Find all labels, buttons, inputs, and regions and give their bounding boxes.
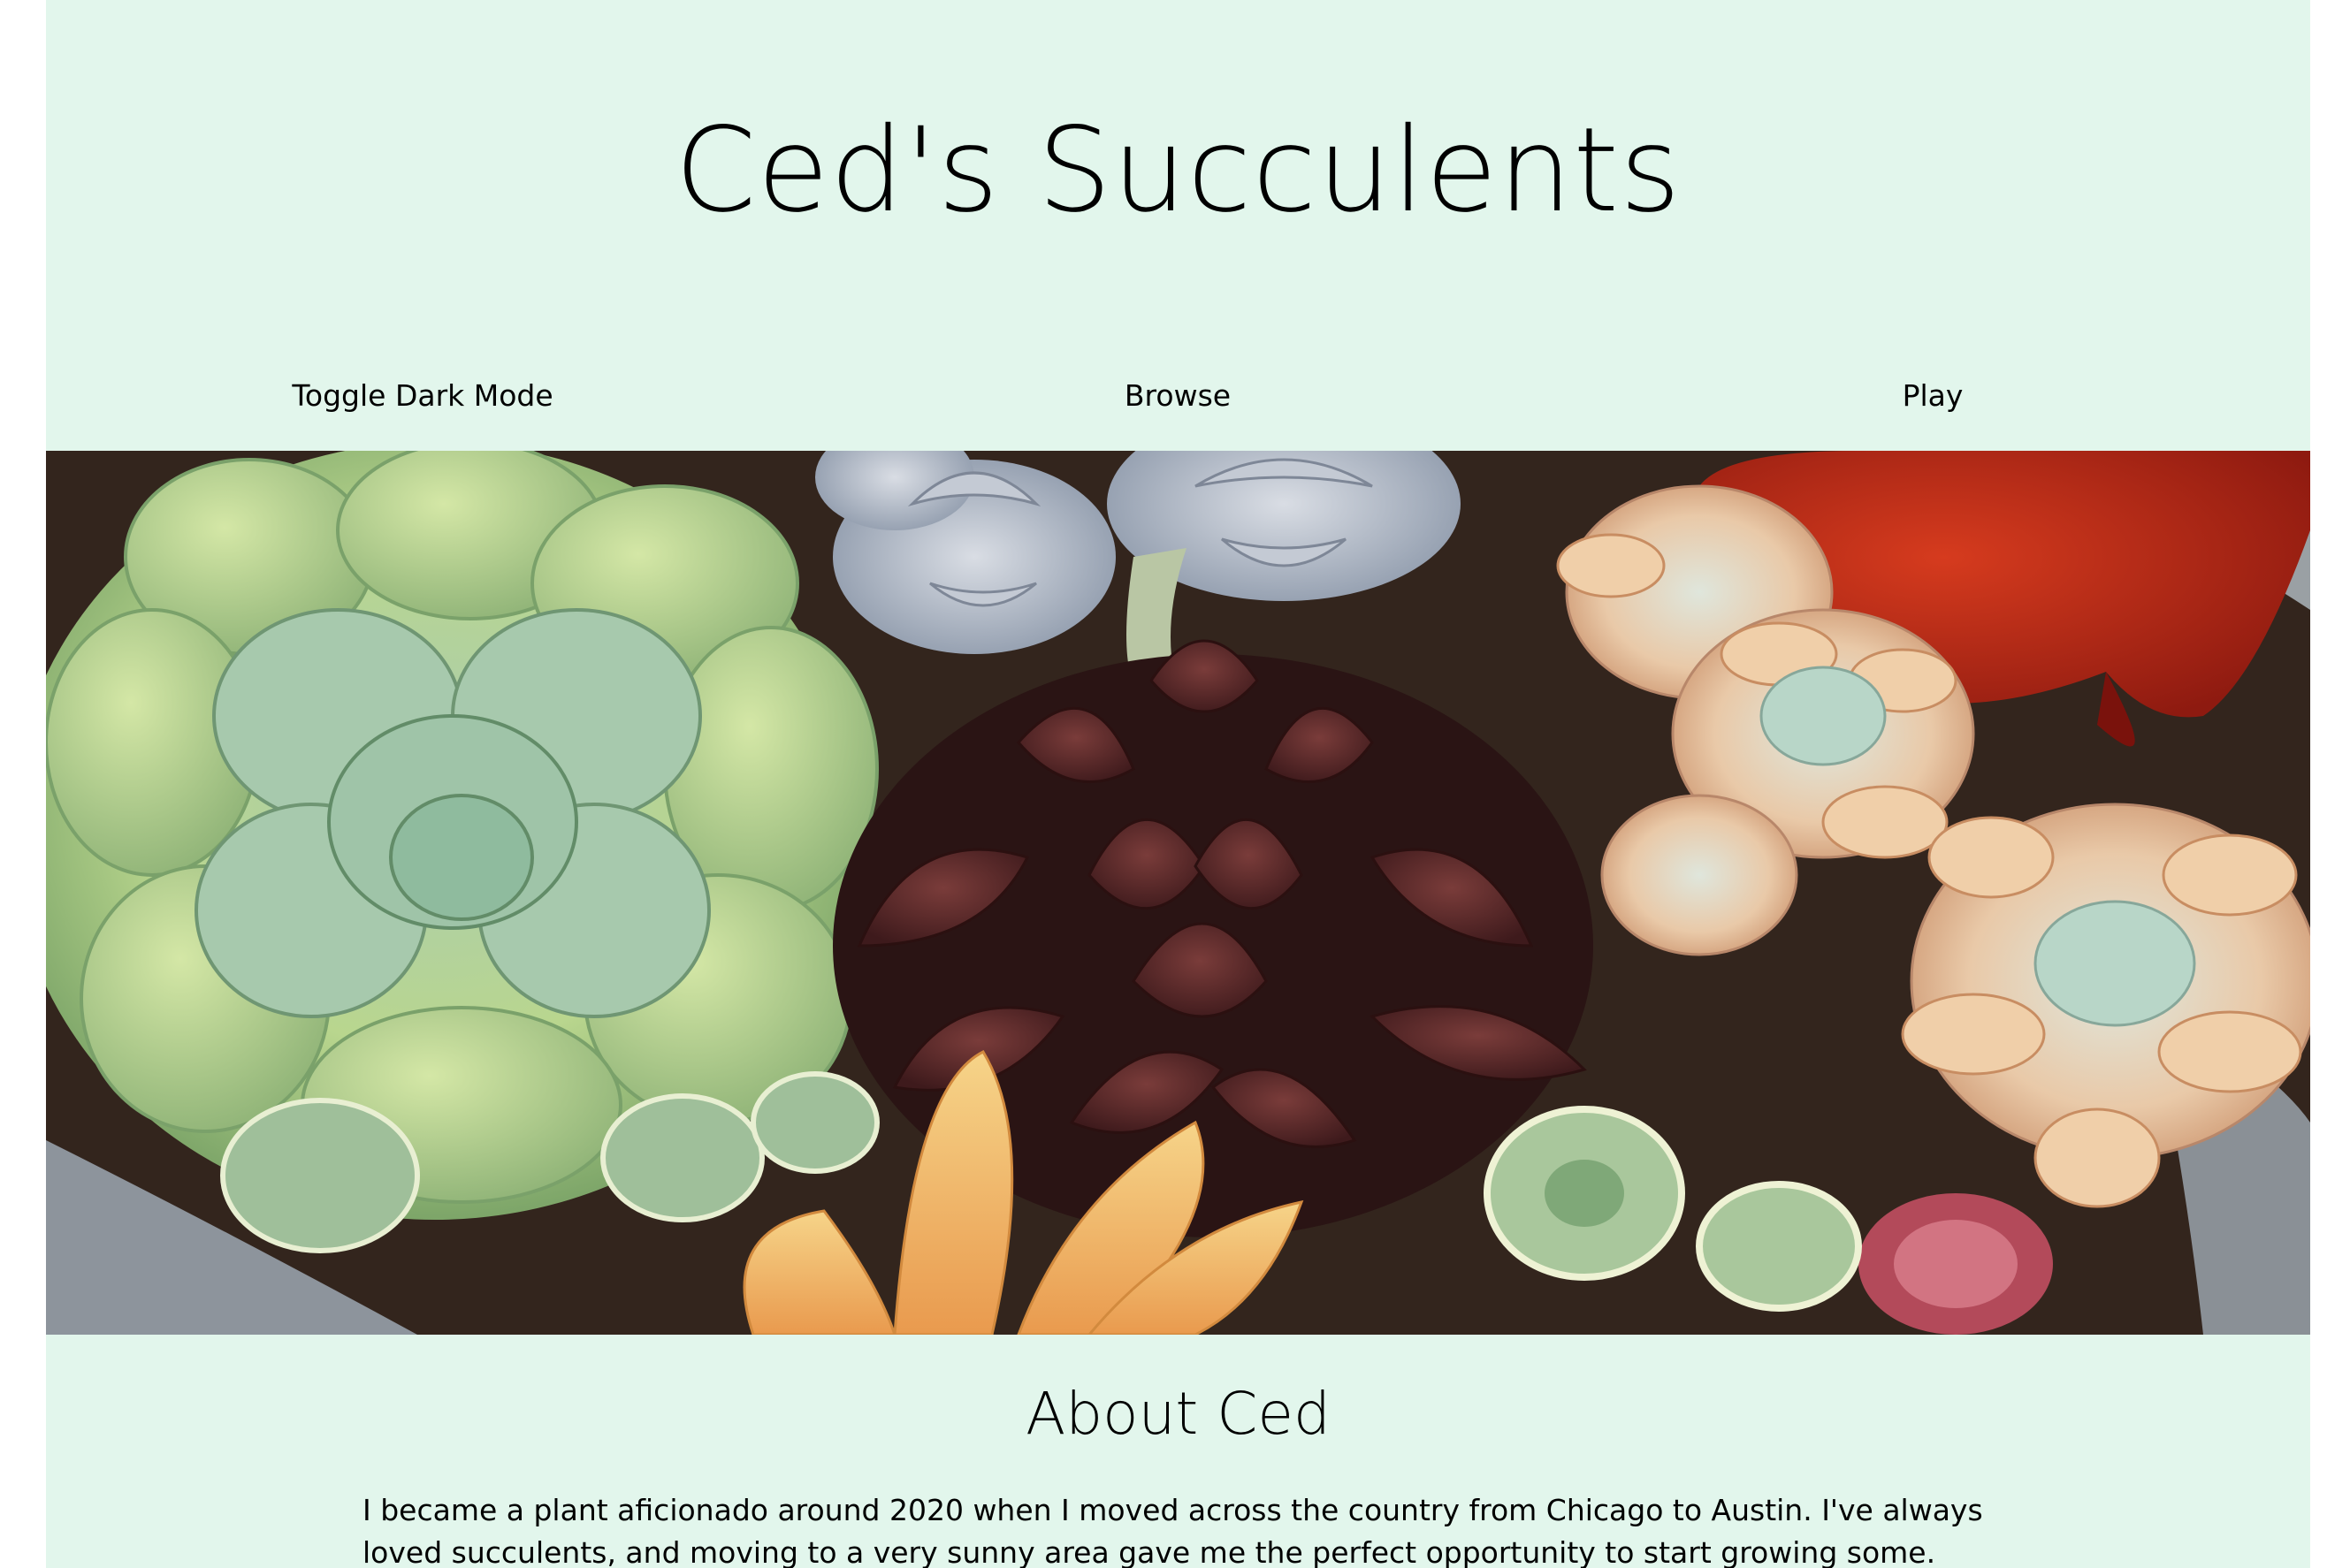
browse-link[interactable]: Browse <box>1125 371 1231 421</box>
hero-image <box>46 451 2310 1335</box>
main-nav: Toggle Dark Mode Browse Play <box>46 371 2310 421</box>
page-container: Ced's Succulents Toggle Dark Mode Browse… <box>46 0 2310 1568</box>
toggle-dark-mode-link[interactable]: Toggle Dark Mode <box>292 371 553 421</box>
about-heading: About Ced <box>1026 1380 1331 1448</box>
about-paragraph: I became a plant aficionado around 2020 … <box>362 1493 1983 1568</box>
play-link[interactable]: Play <box>1903 371 1964 421</box>
site-title: Ced's Succulents <box>675 103 1682 239</box>
